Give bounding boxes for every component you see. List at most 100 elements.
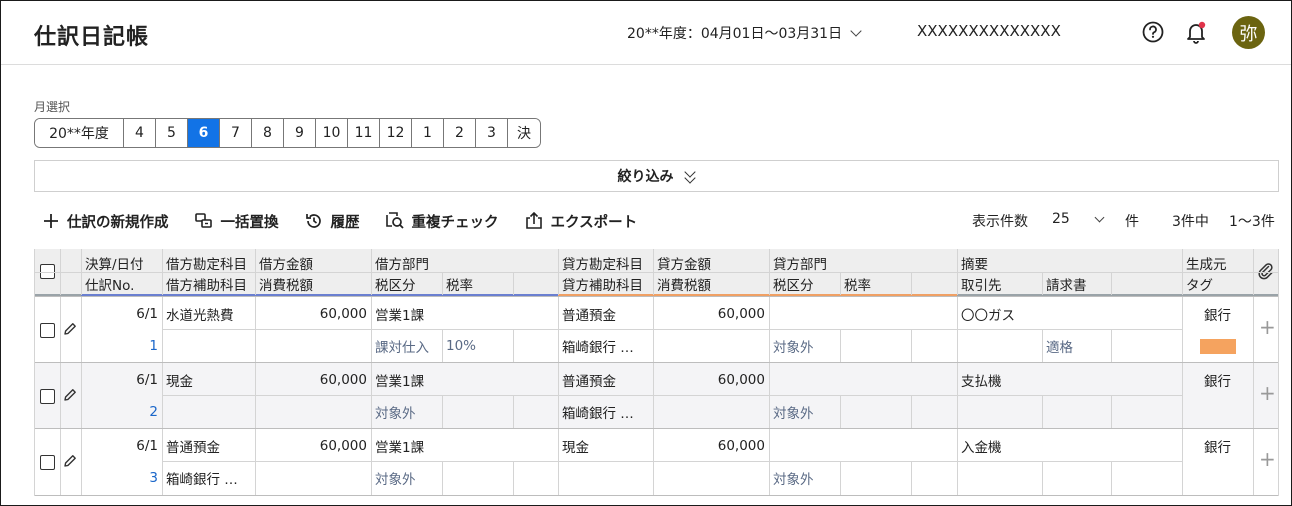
row-partner [957, 330, 1042, 362]
journal-table: 決算/日付 仕訳No. 借方勘定科目 借方補助科目 借方金額 消費税額 貸方勘定科目 貸方補助… [34, 249, 1279, 497]
edit-pencil-icon[interactable] [63, 388, 77, 406]
fiscal-period-label: 20**年度：04月01日〜03月31日 [627, 26, 843, 42]
header-divider-v [1253, 249, 1254, 295]
row-debit-sub [162, 396, 255, 428]
filter-label: 絞り込み [617, 169, 674, 185]
month-item-year[interactable]: 20**年度 [35, 119, 124, 147]
month-item-3[interactable]: 3 [476, 119, 508, 147]
row-divider-v [558, 297, 559, 363]
row-credit-tax-class: 対象外 [773, 472, 814, 488]
row-credit-account: 現金 [562, 440, 589, 456]
header-debit-account: 借方勘定科目 [166, 257, 247, 273]
header-credit-amount: 貸方金額 [657, 257, 711, 273]
row-partner [957, 396, 1042, 428]
row-credit-dept [769, 298, 957, 330]
row-source: 銀行 [1204, 374, 1231, 390]
row-divider-v [81, 429, 82, 495]
paperclip-icon [1258, 262, 1274, 284]
month-item-10[interactable]: 10 [316, 119, 348, 147]
duplicate-check-button[interactable]: 重複チェック [385, 211, 499, 232]
row-divider-v [513, 329, 514, 363]
row-credit-amount: 60,000 [717, 306, 765, 322]
header-debit-dept: 借方部門 [375, 257, 429, 273]
header-tag: タグ [1186, 278, 1213, 294]
month-item-7[interactable]: 7 [220, 119, 252, 147]
row-credit-tax-rate [840, 330, 911, 362]
row-journal-no[interactable]: 2 [81, 396, 162, 428]
add-row-icon[interactable]: + [1259, 383, 1276, 403]
month-item-決[interactable]: 決 [508, 119, 540, 147]
row-checkbox[interactable] [40, 389, 55, 404]
row-divider-v [442, 395, 443, 429]
row-debit-tax-class: 課対仕入 [375, 340, 429, 356]
new-journal-button[interactable]: 仕訳の新規作成 [43, 211, 169, 232]
month-item-8[interactable]: 8 [252, 119, 284, 147]
toolbar: 仕訳の新規作成 一括置換 履歴 重複チェック エクスポート [43, 209, 663, 233]
header-divider-v [513, 272, 514, 295]
month-item-9[interactable]: 9 [284, 119, 316, 147]
row-credit-sub [558, 462, 653, 494]
row-divider-v [60, 363, 61, 429]
month-item-11[interactable]: 11 [348, 119, 380, 147]
filter-toggle[interactable]: 絞り込み [34, 160, 1279, 192]
row-divider-v [653, 363, 654, 429]
row-divider-v [513, 461, 514, 495]
row-tag[interactable] [1200, 339, 1236, 354]
row-divider-v [911, 329, 912, 363]
header-debit-tax-amount: 消費税額 [259, 278, 313, 294]
month-item-4[interactable]: 4 [124, 119, 156, 147]
row-credit-dept [769, 430, 957, 462]
replace-icon [194, 213, 212, 228]
row-divider-v [1182, 297, 1183, 363]
header-debit-sub: 借方補助科目 [166, 278, 247, 294]
row-divider-v [911, 395, 912, 429]
row-debit-tax-amount [255, 396, 371, 428]
row-journal-no[interactable]: 1 [81, 330, 162, 362]
header-divider-v [769, 249, 770, 295]
row-credit-amount: 60,000 [717, 438, 765, 454]
edit-pencil-icon[interactable] [63, 454, 77, 472]
add-row-icon[interactable]: + [1259, 449, 1276, 469]
notification-bell-icon[interactable] [1184, 20, 1208, 44]
edit-pencil-icon[interactable] [63, 322, 77, 340]
range-label: 1〜3件 [1229, 214, 1275, 230]
row-credit-tax-rate [840, 396, 911, 428]
header-divider-v [1182, 249, 1183, 295]
help-icon[interactable] [1141, 20, 1165, 44]
export-icon [525, 212, 542, 229]
per-page-select[interactable]: 25 [1052, 211, 1105, 227]
app-window: 仕訳日記帳 20**年度：04月01日〜03月31日 XXXXXXXXXXXXX… [0, 0, 1292, 506]
add-row-icon[interactable]: + [1259, 317, 1276, 337]
row-divider-v [1042, 461, 1043, 495]
header-divider-v [162, 249, 163, 295]
row-journal-no[interactable]: 3 [81, 462, 162, 494]
row-partner [957, 462, 1042, 494]
month-item-6[interactable]: 6 [188, 119, 220, 147]
row-divider-v [371, 363, 372, 429]
fiscal-period-selector[interactable]: 20**年度：04月01日〜03月31日 [627, 23, 862, 43]
month-item-5[interactable]: 5 [156, 119, 188, 147]
row-checkbox[interactable] [40, 323, 55, 338]
table-left-border [34, 249, 35, 496]
row-checkbox[interactable] [40, 455, 55, 470]
row-divider-v [255, 297, 256, 363]
row-divider-v [162, 429, 163, 495]
header-divider-v [911, 272, 912, 295]
app-header: 仕訳日記帳 20**年度：04月01日〜03月31日 XXXXXXXXXXXXX… [1, 1, 1291, 65]
export-button[interactable]: エクスポート [525, 211, 637, 232]
row-divider-v [1042, 395, 1043, 429]
history-button[interactable]: 履歴 [305, 211, 360, 232]
bulk-replace-button[interactable]: 一括置換 [194, 211, 279, 232]
month-item-12[interactable]: 12 [380, 119, 412, 147]
row-invoice: 適格 [1046, 340, 1073, 356]
month-item-1[interactable]: 1 [412, 119, 444, 147]
row-debit-sub: 箱崎銀行 … [166, 472, 238, 488]
month-item-2[interactable]: 2 [444, 119, 476, 147]
header-credit-tax-amount: 消費税額 [657, 278, 711, 294]
row-divider-v [81, 297, 82, 363]
row-credit-tax-rate [840, 462, 911, 494]
table-right-border [1278, 249, 1279, 496]
row-divider-v [840, 461, 841, 495]
user-avatar[interactable]: 弥 [1232, 16, 1265, 49]
row-divider-v [162, 297, 163, 363]
